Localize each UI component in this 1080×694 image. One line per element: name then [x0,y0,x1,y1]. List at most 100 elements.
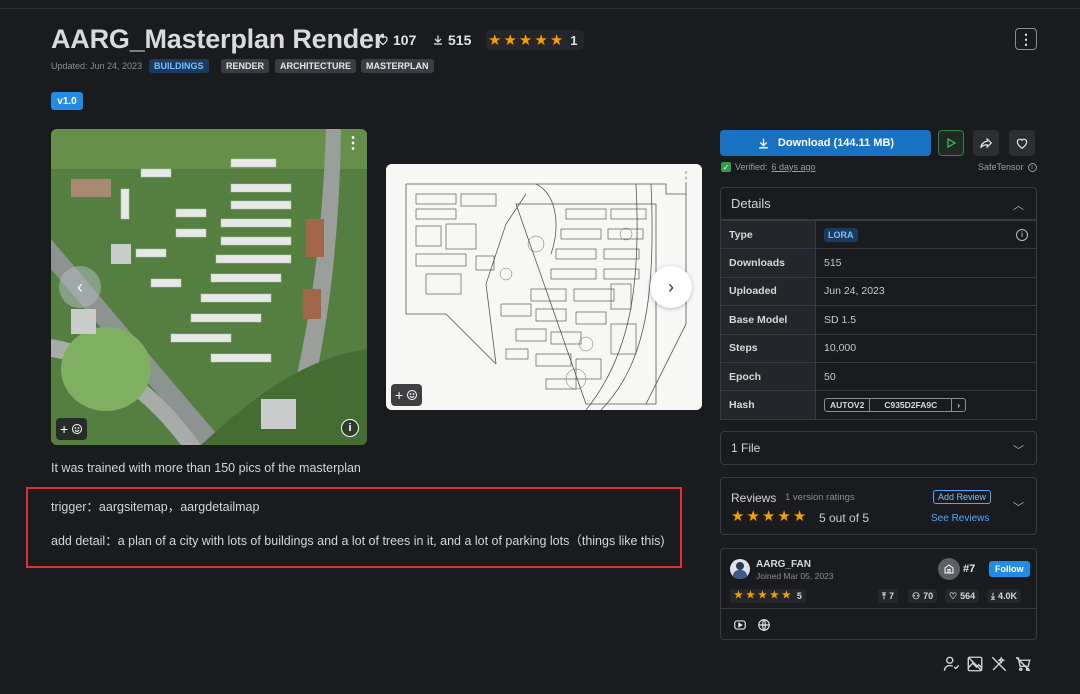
verified-status: ✓ Verified: 6 days ago [721,162,816,172]
star-icon: ★ [757,590,767,601]
heart-icon [1016,138,1028,149]
user-report-icon[interactable] [943,655,961,678]
star-icon: ★ [734,590,743,601]
star-icon: ★ [777,508,791,525]
react-button[interactable]: + [56,418,88,440]
gallery-image-render[interactable]: ‹ ⋮ + i [51,129,367,445]
plus-icon: + [60,421,69,437]
youtube-icon [734,620,746,630]
hash-value: C935D2FA9C [869,399,951,412]
tag-masterplan[interactable]: MASTERPLAN [361,59,434,73]
share-icon [980,137,993,149]
followers-count: 70 [923,591,934,601]
add-detail-text: add detail：a plan of a city with lots of… [51,534,665,548]
hide-images-icon[interactable] [966,655,984,678]
info-icon[interactable]: i [1016,228,1028,241]
gallery-prev-button[interactable]: ‹ [59,266,101,308]
more-menu-button[interactable]: ⋮ [1015,28,1037,50]
hash-algo[interactable]: AUTOV2 [825,399,869,411]
chevron-down-icon[interactable]: ﹀ [1013,499,1024,515]
hash-copy[interactable]: AUTOV2 C935D2FA9C › [824,398,967,413]
shield-check-icon: ✓ [721,162,731,172]
info-icon[interactable]: i [1027,162,1037,172]
more-vertical-icon: ⋮ [1019,30,1033,47]
add-review-button[interactable]: Add Review [933,490,992,504]
gallery-image-drawing[interactable]: ⋮ + › [386,164,702,410]
smile-icon [72,424,83,434]
like-count[interactable]: 107 [377,32,416,48]
download-icon [759,138,768,149]
chevron-right-icon: › [668,276,674,297]
chevron-up-icon: ︿ [1013,200,1024,212]
chevron-right-icon: › [951,399,965,412]
image-more-icon[interactable]: ⋮ [678,168,694,188]
steps-label: Steps [720,333,816,363]
table-row: Hash AUTOV2 C935D2FA9C › [720,390,1037,420]
chevron-down-icon: ﹀ [1013,445,1024,457]
cart-off-icon[interactable] [1014,655,1032,678]
star-icon: ★ [769,590,779,601]
creator-rating-count: 5 [796,591,802,601]
star-icon: ★ [746,508,760,525]
star-icon: ★ [488,31,502,49]
website-link[interactable] [757,618,771,637]
share-button[interactable] [973,130,999,156]
review-score: 5 out of 5 [819,511,870,525]
hash-value-cell: AUTOV2 C935D2FA9C › [815,390,1037,420]
rating-count: 1 [570,32,578,48]
youtube-link[interactable] [733,618,747,637]
top-divider [0,8,1080,9]
creator-joined: Joined Mar 05, 2023 [756,571,834,581]
description-intro: It was trained with more than 150 pics o… [51,461,361,475]
details-table: Type LORA i Downloads 515 Uploaded Jun 2… [720,219,1037,420]
image-more-icon[interactable]: ⋮ [345,133,361,153]
tag-render[interactable]: RENDER [221,59,270,73]
steps-value: 10,000 [815,333,1037,363]
star-icon: ★ [503,31,517,49]
base-model-value: SD 1.5 [815,305,1037,335]
table-row: Uploaded Jun 24, 2023 [720,276,1037,307]
hash-label: Hash [720,390,816,420]
files-accordion[interactable]: 1 File ﹀ [720,431,1037,465]
creator-card: AARG_FAN Joined Mar 05, 2023 #7 Follow ★… [720,548,1037,640]
downloads-stat: ⤓ 4.0K [987,589,1021,603]
divider [721,608,1036,609]
gallery-next-button[interactable]: › [650,266,692,308]
details-header[interactable]: Details ︿ [720,187,1037,220]
star-icon: ★ [518,31,533,49]
reviews-title: Reviews [731,491,777,505]
tag-buildings[interactable]: BUILDINGS [149,59,209,73]
heart-icon [378,36,388,46]
updated-date: Updated: Jun 24, 2023 [51,61,143,71]
plus-icon: + [395,387,404,403]
table-row: Base Model SD 1.5 [720,305,1037,335]
avatar[interactable] [730,559,750,579]
star-icon: ★ [549,31,564,49]
creator-name[interactable]: AARG_FAN [756,559,811,570]
table-row: Steps 10,000 [720,333,1037,363]
rank-badge-icon [938,558,960,580]
download-button[interactable]: Download (144.11 MB) [720,130,931,156]
react-button[interactable]: + [391,384,423,406]
favorite-button[interactable] [1009,130,1035,156]
star-icon: ★ [792,508,807,525]
likes-count: 564 [960,591,976,601]
wand-off-icon[interactable] [990,655,1008,678]
ratings-note: 1 version ratings [785,492,855,503]
downloads-label: Downloads [720,248,816,278]
version-tab[interactable]: v1.0 [51,92,83,110]
creator-rating: ★ ★ ★ ★ ★ 5 [730,589,806,603]
rating-summary[interactable]: ★ ★ ★ ★ ★ 1 [486,30,584,50]
table-row: Downloads 515 [720,248,1037,278]
star-icon: ★ [731,508,745,525]
see-reviews-link[interactable]: See Reviews [931,513,989,524]
follow-button[interactable]: Follow [989,561,1030,577]
star-icon: ★ [761,508,776,525]
tag-architecture[interactable]: ARCHITECTURE [275,59,356,73]
verified-date-link[interactable]: 6 days ago [772,162,816,172]
base-model-label: Base Model [720,305,816,335]
info-icon[interactable]: i [341,419,359,437]
review-stars: ★ ★ ★ ★ ★ [731,509,806,524]
run-button[interactable] [938,130,964,156]
upload-icon: ⤒ [882,590,886,601]
